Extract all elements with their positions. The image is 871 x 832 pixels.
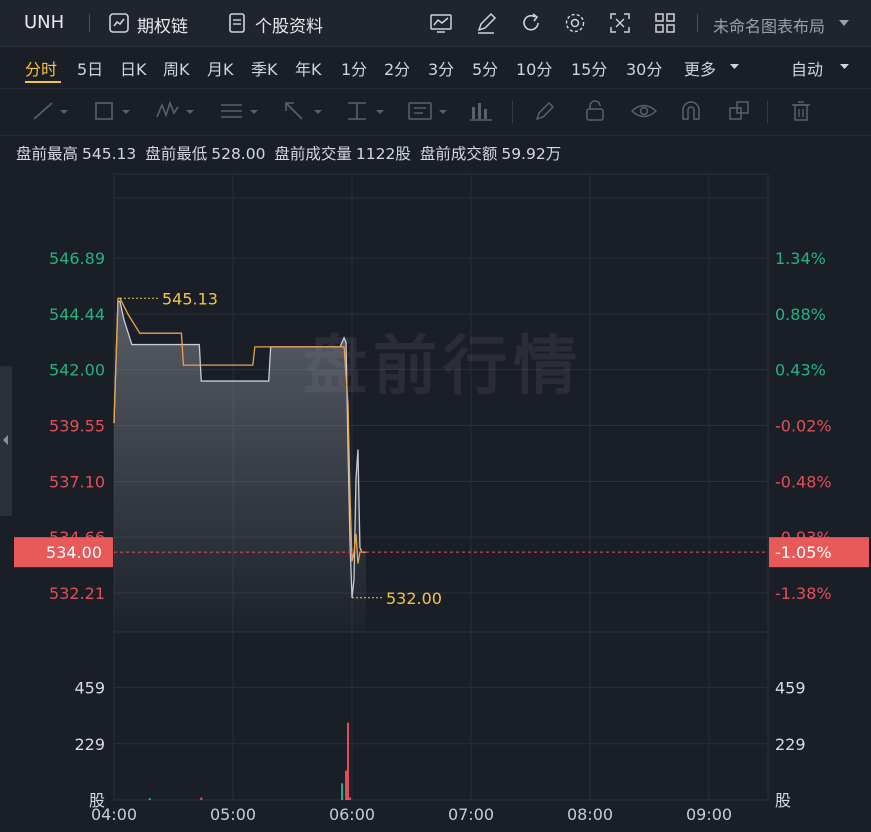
current-price-label: 534.00 [46,543,102,562]
settings-gear-icon[interactable] [562,10,588,36]
volume-axis-tick-left: 229 [74,735,105,754]
percent-axis-tick: -1.38% [775,584,832,603]
time-axis-tick: 06:00 [329,805,375,824]
tab-more[interactable]: 更多 [684,56,716,80]
toolbar-divider [89,14,90,32]
tab-3min[interactable]: 3分 [428,56,454,80]
tab-30min[interactable]: 30分 [626,56,662,80]
percent-axis-tick: -0.48% [775,472,832,491]
price-axis-tick: 539.55 [49,417,105,436]
volume-bar [341,783,344,800]
duplicate-layers-icon[interactable] [726,99,752,123]
premarket-volume-label: 盘前成交量 [274,145,352,163]
premarket-high-value: 545.13 [82,145,137,163]
price-axis-tick: 537.10 [49,472,105,491]
time-axis-tick: 09:00 [686,805,732,824]
stock-profile-button[interactable]: 个股资料 [255,12,323,37]
active-tab-underline [25,81,61,83]
low-annotation-label: 532.00 [386,589,442,608]
volume-axis-tick-right: 459 [775,678,806,697]
percent-axis-tick: 0.43% [775,361,826,380]
measure-tool-icon[interactable] [344,99,388,123]
rectangle-tool-icon[interactable] [92,99,134,123]
price-axis-tick: 542.00 [49,361,105,380]
percent-axis-tick: 1.34% [775,249,826,268]
premarket-low-label: 盘前最低 [145,145,208,163]
time-axis-tick: 04:00 [91,805,137,824]
indicator-chart-icon[interactable] [428,10,454,36]
trash-delete-icon[interactable] [788,99,814,123]
time-axis-tick: 05:00 [210,805,256,824]
tab-yearly-k[interactable]: 年K [295,56,322,80]
options-chain-button[interactable]: 期权链 [137,12,188,37]
text-annotation-tool-icon[interactable] [406,99,452,123]
premarket-amount-value: 59.92万 [501,145,562,163]
tab-intraday[interactable]: 分时 [25,56,57,80]
volume-bar [345,770,348,800]
current-percent-label: -1.05% [775,543,832,562]
high-annotation-label: 545.13 [162,289,218,308]
time-axis-tick: 08:00 [567,805,613,824]
auto-scale-dropdown[interactable]: 自动 [791,56,823,80]
options-chain-icon [109,13,129,33]
tab-15min[interactable]: 15分 [571,56,607,80]
arrow-tool-icon[interactable] [282,99,326,123]
edit-pen-icon[interactable] [473,10,499,36]
drawing-toolbar [0,88,871,136]
volume-bar [200,797,203,800]
chevron-down-icon [839,20,849,26]
toolbar-divider [697,14,698,32]
tab-weekly-k[interactable]: 周K [163,56,190,80]
fibonacci-tool-icon[interactable] [218,99,262,123]
tab-daily-k[interactable]: 日K [120,56,147,80]
volume-bar [349,797,352,800]
top-toolbar: UNH 期权链 个股资料 未命名图表布局 [0,0,871,47]
refresh-icon[interactable] [518,10,544,36]
tab-2min[interactable]: 2分 [384,56,410,80]
layout-name-dropdown[interactable]: 未命名图表布局 [713,13,825,37]
premarket-volume-value: 1122股 [355,145,411,163]
percent-axis-tick: 0.88% [775,305,826,324]
volume-axis-tick-right: 229 [775,735,806,754]
tab-10min[interactable]: 10分 [516,56,552,80]
chevron-down-icon [730,64,739,69]
price-axis-tick: 546.89 [49,249,105,268]
tab-1min[interactable]: 1分 [341,56,367,80]
trend-line-tool-icon[interactable] [30,99,72,123]
symbol-label[interactable]: UNH [24,12,64,33]
document-icon [229,13,245,33]
price-area-fill [114,301,366,632]
tab-monthly-k[interactable]: 月K [207,56,234,80]
toolbar-divider [512,101,513,123]
fullscreen-icon[interactable] [607,10,633,36]
tab-5min[interactable]: 5分 [472,56,498,80]
price-range-tool-icon[interactable] [468,99,496,123]
brush-tool-icon[interactable] [532,99,558,123]
premarket-summary: 盘前最高 545.13 盘前最低 528.00 盘前成交量 1122股 盘前成交额 59… [16,142,565,164]
visibility-eye-icon[interactable] [630,99,658,123]
price-axis-tick: 544.44 [49,305,105,324]
toolbar-divider [767,101,768,123]
premarket-amount-label: 盘前成交额 [419,145,498,163]
magnet-icon[interactable] [678,99,704,123]
lock-icon[interactable] [582,99,608,123]
percent-axis-tick: -0.02% [775,417,832,436]
tab-quarterly-k[interactable]: 季K [251,56,278,80]
chevron-down-icon [840,64,849,69]
wave-pattern-tool-icon[interactable] [154,99,198,123]
volume-bar [347,722,350,800]
grid-layout-icon[interactable] [652,10,678,36]
period-tabs: 分时 5日 日K 周K 月K 季K 年K 1分 2分 3分 5分 10分 15分… [0,47,871,87]
volume-axis-tick-right: 股 [775,791,791,810]
volume-bar [148,798,151,800]
time-axis-tick: 07:00 [448,805,494,824]
volume-axis-tick-left: 459 [74,678,105,697]
premarket-high-label: 盘前最高 [16,145,79,163]
volume-layer [148,722,352,800]
premarket-low-value: 528.00 [211,145,266,163]
intraday-chart[interactable]: 盘前行情 545.13532.00 546.89544.44542.00539.… [0,170,871,832]
price-axis-tick: 532.21 [49,584,105,603]
tab-5day[interactable]: 5日 [77,56,103,80]
